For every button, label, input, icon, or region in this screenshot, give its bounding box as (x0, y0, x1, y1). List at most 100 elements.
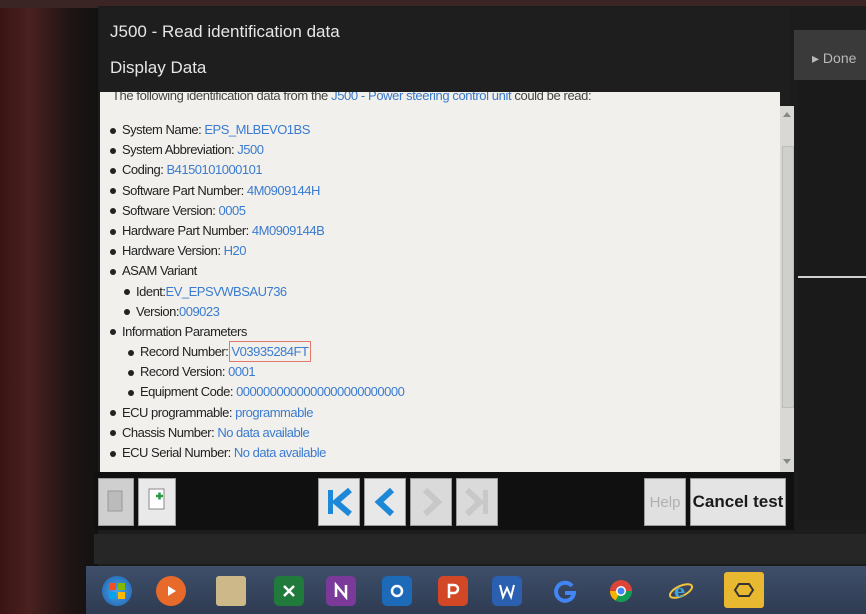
svg-text:e: e (674, 581, 685, 602)
params-list: System Name: EPS_MLBEVO1BS System Abbrev… (110, 120, 405, 463)
list-item: Ident:EV_EPSVWBSAU736 (110, 282, 404, 302)
scroll-up-icon[interactable] (783, 112, 791, 117)
list-item: Software Version: 0005 (110, 201, 404, 221)
bullet-icon (110, 430, 116, 437)
list-item: Chassis Number: No data available (110, 423, 404, 443)
document-button[interactable] (98, 478, 134, 526)
list-item: Record Number: V03935284FT (110, 341, 404, 363)
outlook-icon[interactable] (382, 576, 412, 606)
bullet-icon (110, 410, 116, 417)
bullet-icon (124, 289, 130, 296)
list-item: Equipment Code: 000000000000000000000000… (110, 382, 405, 402)
powerpoint-icon[interactable] (438, 576, 468, 606)
bullet-icon (128, 349, 134, 356)
param-label: Record Version: (140, 364, 226, 380)
help-button[interactable]: Help (644, 478, 686, 526)
excel-icon[interactable] (274, 576, 304, 606)
param-label: System Name: (122, 122, 202, 137)
param-value: 0000000000000000000000000 (236, 384, 405, 400)
param-label: Coding: (122, 162, 164, 178)
cancel-test-button[interactable]: Cancel test (690, 478, 786, 526)
bullet-icon (110, 450, 116, 457)
vertical-scrollbar[interactable] (780, 106, 794, 472)
param-value: H20 (223, 243, 247, 259)
list-item: Hardware Version: H20 (110, 241, 404, 261)
monitor-bezel (0, 0, 100, 614)
param-label: Hardware Part Number: (122, 222, 249, 238)
intro-suffix: could be read: (514, 92, 592, 103)
list-item: Record Version: 0001 (110, 362, 404, 382)
param-value: programmable (235, 404, 313, 420)
param-label: Equipment Code: (140, 384, 233, 400)
divider (798, 276, 866, 278)
first-page-icon (328, 487, 352, 517)
internet-explorer-icon[interactable]: e (666, 576, 696, 606)
file-explorer-icon[interactable] (216, 576, 246, 606)
last-page-button[interactable] (456, 478, 498, 526)
document-icon (107, 490, 123, 512)
param-value: EV_EPSVWBSAU736 (165, 283, 288, 299)
param-value: EPS_MLBEVO1BS (204, 122, 310, 137)
first-page-button[interactable] (318, 478, 360, 526)
bullet-icon (110, 167, 116, 174)
bullet-icon (110, 127, 116, 134)
param-label: Software Part Number: (122, 182, 244, 198)
status-bar (94, 534, 866, 564)
next-button[interactable] (410, 478, 452, 526)
done-button[interactable]: ▸ Done (794, 30, 866, 80)
bullet-icon (110, 329, 116, 336)
bullet-icon (128, 390, 134, 396)
bullet-icon (110, 147, 116, 154)
bottom-toolbar: Help Cancel test (94, 472, 794, 530)
list-item: System Abbreviation: J500 (110, 140, 404, 160)
list-item: Software Part Number: 4M0909144H (110, 181, 404, 201)
add-document-button[interactable] (138, 478, 176, 526)
record-number-value: V03935284FT (228, 341, 312, 363)
bullet-icon (110, 228, 116, 235)
bullet-icon (124, 309, 130, 316)
list-item: Coding: B4150101000101 (110, 160, 404, 180)
param-label: Record Number: (140, 344, 229, 360)
param-label: Information Parameters (122, 323, 247, 339)
param-label: Software Version: (122, 202, 216, 218)
side-panel (798, 80, 866, 520)
control-unit-link[interactable]: J500 - Power steering control unit (331, 92, 511, 103)
add-document-icon (148, 488, 165, 510)
onenote-icon[interactable] (326, 576, 356, 606)
param-label: Chassis Number: (122, 424, 215, 440)
scroll-thumb[interactable] (782, 146, 794, 408)
odis-app-icon[interactable] (724, 572, 764, 608)
window-header: J500 - Read identification data Display … (100, 8, 790, 104)
param-label: ECU Serial Number: (122, 445, 231, 460)
param-label: System Abbreviation: (122, 142, 235, 158)
chevron-left-icon (374, 487, 395, 517)
list-item: Hardware Part Number: 4M0909144B (110, 221, 404, 241)
page-title: J500 - Read identification data (110, 22, 340, 41)
list-item: System Name: EPS_MLBEVO1BS (110, 120, 404, 140)
param-value: No data available (233, 445, 326, 460)
param-value: 0005 (218, 202, 246, 218)
param-label: Ident: (136, 283, 166, 299)
done-label: ▸ Done (812, 50, 857, 66)
list-item: ASAM Variant (110, 261, 404, 281)
param-label: ASAM Variant (122, 263, 197, 279)
param-value: B4150101000101 (166, 162, 263, 178)
last-page-icon (464, 487, 488, 517)
bullet-icon (110, 208, 116, 215)
bullet-icon (128, 369, 134, 376)
scroll-down-icon[interactable] (783, 459, 791, 464)
chrome-icon[interactable] (606, 576, 636, 606)
start-icon[interactable] (102, 576, 132, 606)
list-item: ECU Serial Number: No data available (110, 443, 404, 463)
param-value: 4M0909144B (251, 222, 325, 238)
previous-button[interactable] (364, 478, 406, 526)
intro-prefix: The following identification data from t… (112, 92, 328, 103)
intro-text: The following identification data from t… (112, 92, 592, 103)
param-value: 0001 (228, 364, 256, 380)
param-value: 009023 (178, 303, 220, 319)
google-icon[interactable] (550, 576, 580, 606)
word-icon[interactable] (492, 576, 522, 606)
media-player-icon[interactable] (156, 576, 186, 606)
chevron-right-icon (422, 487, 443, 517)
list-item: Information Parameters (110, 322, 404, 342)
